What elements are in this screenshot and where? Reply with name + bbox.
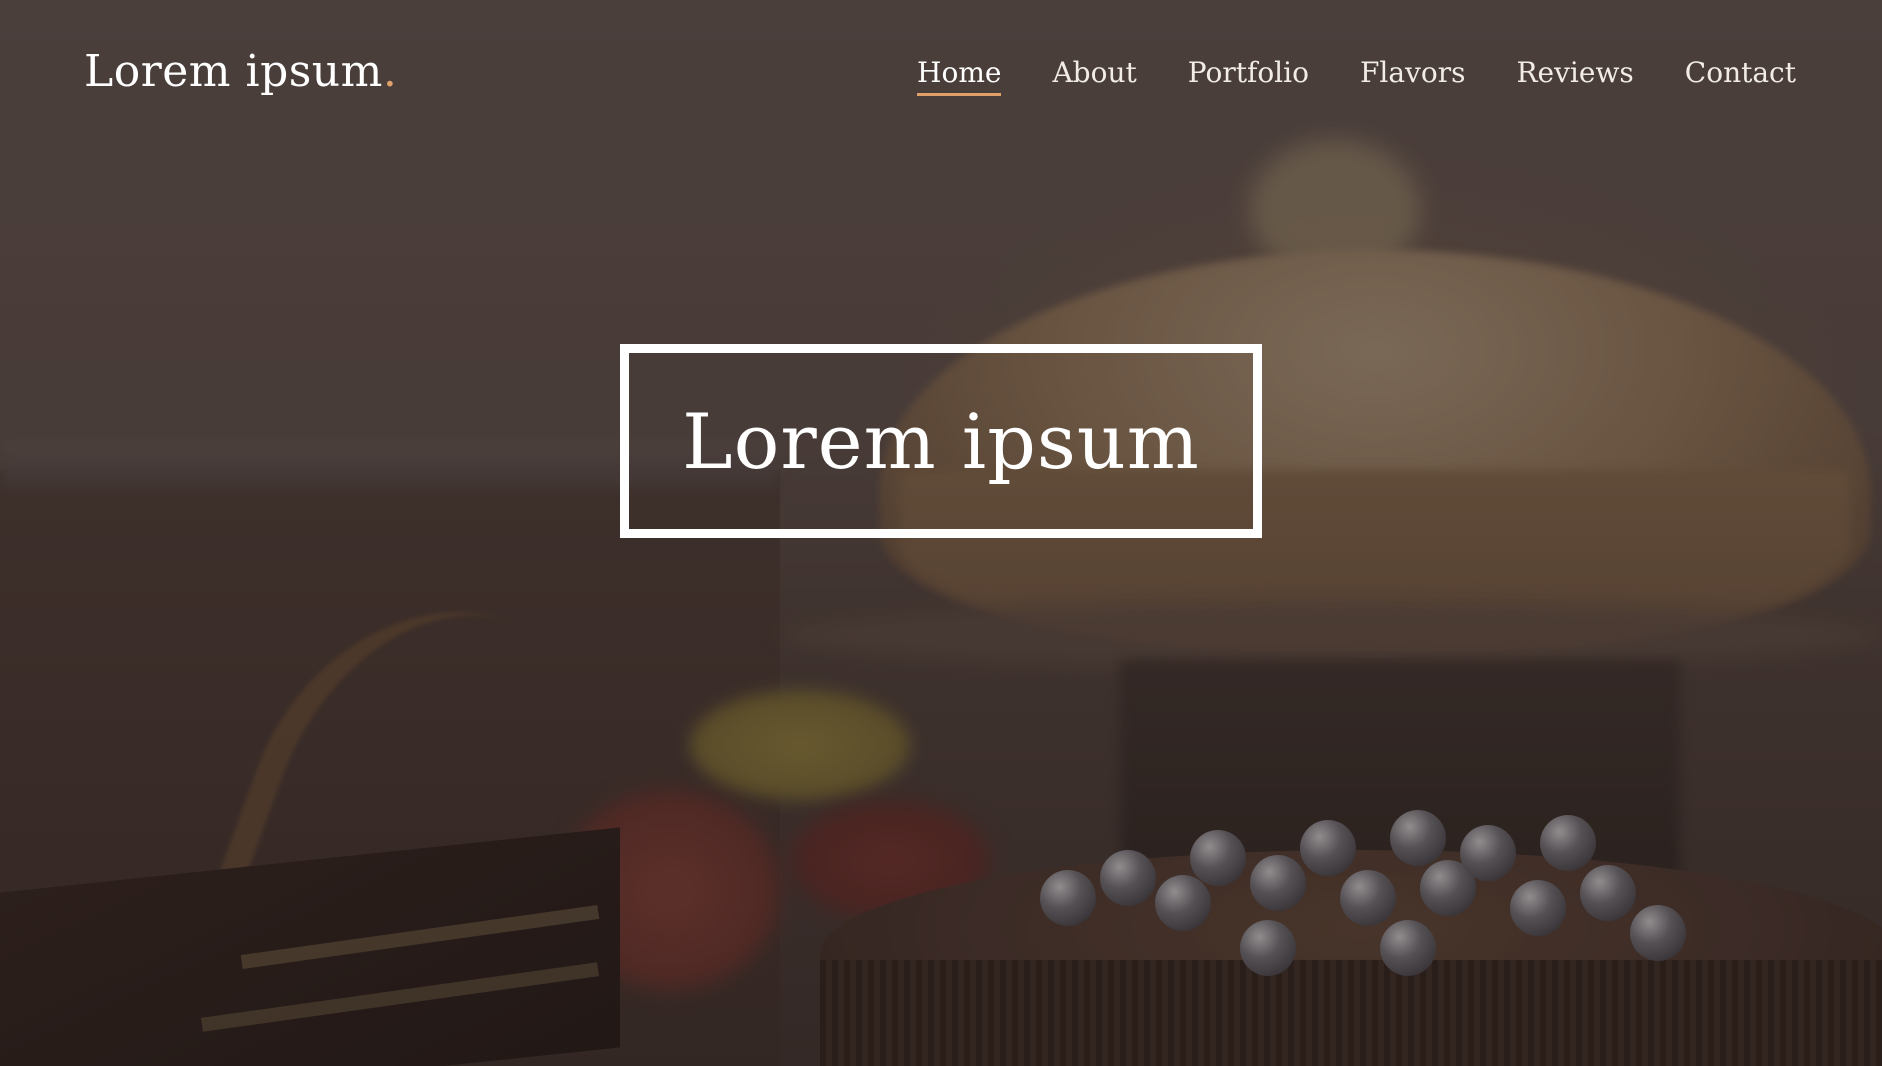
hero-title: Lorem ipsum — [682, 396, 1200, 486]
nav-link-flavors[interactable]: Flavors — [1360, 56, 1466, 96]
nav-link-about[interactable]: About — [1052, 56, 1136, 96]
nav-link-home[interactable]: Home — [917, 56, 1002, 96]
nav-link-portfolio[interactable]: Portfolio — [1188, 56, 1309, 96]
nav-link-reviews[interactable]: Reviews — [1516, 56, 1633, 96]
logo-dot: . — [382, 46, 398, 97]
site-logo[interactable]: Lorem ipsum. — [84, 46, 397, 97]
hero-title-box: Lorem ipsum — [620, 344, 1262, 538]
logo-text: Lorem ipsum — [84, 46, 383, 97]
main-nav: Home About Portfolio Flavors Reviews Con… — [917, 56, 1796, 96]
nav-link-contact[interactable]: Contact — [1685, 56, 1796, 96]
site-header: Lorem ipsum. Home About Portfolio Flavor… — [0, 0, 1882, 150]
